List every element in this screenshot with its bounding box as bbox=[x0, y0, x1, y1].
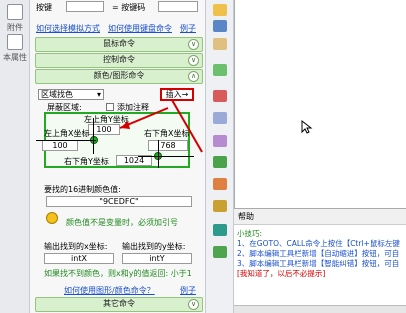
help-title: 小技巧: bbox=[237, 229, 263, 238]
chevron-down-icon: ▾ bbox=[96, 90, 101, 99]
rail-item-properties[interactable]: 本属性 bbox=[0, 34, 30, 63]
rail-item-label: 本属性 bbox=[3, 53, 27, 62]
indent-icon[interactable] bbox=[213, 112, 227, 124]
output-y-field[interactable]: intY bbox=[122, 253, 192, 264]
goto-icon[interactable] bbox=[213, 156, 227, 168]
bottom-right-y-label: 右下角Y坐标 bbox=[64, 157, 109, 166]
key-code-field[interactable] bbox=[158, 1, 198, 12]
section-control-commands[interactable]: 控制命令 ∨ bbox=[35, 53, 203, 68]
section-other-commands[interactable]: 其它命令 ∨ bbox=[35, 297, 203, 312]
help-line: 2、脚本编辑工具栏新增【自动缩进】按钮，可自 bbox=[237, 249, 400, 258]
mouse-cursor-icon bbox=[301, 120, 313, 134]
section-mouse-commands[interactable]: 鼠标命令 ∨ bbox=[35, 37, 203, 52]
output-y-label: 输出找到的y坐标: bbox=[122, 242, 186, 251]
help-tab-label: 帮助 bbox=[238, 212, 254, 221]
run-icon[interactable] bbox=[213, 246, 227, 258]
link-keyboard-commands[interactable]: 如何使用键盘命令 bbox=[108, 23, 172, 34]
not-found-note: 如果找不到颜色，则x和y的值返回: 小于1 bbox=[44, 269, 192, 278]
link-simulate-mode[interactable]: 如何选择模拟方式 bbox=[36, 23, 100, 34]
editor-toolbar bbox=[206, 0, 234, 313]
help-line: 1、在GOTO、CALL命令上按住【Ctrl+鼠标左键 bbox=[237, 239, 400, 248]
output-x-label: 输出找到的x坐标: bbox=[44, 242, 108, 251]
arrow-head-icon bbox=[120, 121, 130, 129]
paperclip-icon bbox=[7, 4, 23, 20]
left-rail: 附件 本属性 bbox=[0, 0, 30, 313]
eye-icon[interactable] bbox=[213, 224, 227, 236]
lock-icon[interactable] bbox=[213, 200, 227, 212]
outdent-icon[interactable] bbox=[213, 135, 227, 147]
crosshair-line bbox=[93, 118, 94, 154]
hint-text: 颜色值不是变量时，必须加引号 bbox=[66, 218, 178, 227]
uncomment-icon[interactable] bbox=[213, 90, 227, 102]
crosshair-line bbox=[36, 140, 96, 141]
script-editor[interactable] bbox=[234, 0, 406, 208]
output-x-field[interactable]: intX bbox=[44, 253, 114, 264]
chevron-up-icon: ∧ bbox=[188, 71, 199, 82]
properties-icon bbox=[7, 34, 23, 50]
bulb-icon bbox=[46, 212, 58, 224]
comment-icon[interactable] bbox=[213, 64, 227, 76]
annotation-arrows bbox=[119, 99, 203, 153]
chevron-down-icon: ∨ bbox=[188, 299, 199, 310]
section-color-commands[interactable]: 颜色/图形命令 ∧ bbox=[35, 69, 203, 84]
section-title: 颜色/图形命令 bbox=[93, 71, 145, 80]
mode-select[interactable]: 区域找色 ▾ bbox=[38, 89, 104, 100]
rail-item-label: 附件 bbox=[7, 23, 23, 32]
help-line: 3、脚本编辑工具栏新增【智能纠错】按钮，可自 bbox=[237, 259, 400, 268]
help-panel: 小技巧: 1、在GOTO、CALL命令上按住【Ctrl+鼠标左键 2、脚本编辑工… bbox=[234, 224, 406, 305]
rail-item-attachment[interactable]: 附件 bbox=[0, 4, 30, 33]
top-left-x-label: 左上角X坐标 bbox=[44, 129, 90, 138]
dismiss-link[interactable]: [我知道了，以后不必提示] bbox=[237, 269, 403, 279]
bottom-tab-strip bbox=[234, 305, 406, 313]
link-how-use-color[interactable]: 如何使用图形/颜色命令？ bbox=[64, 285, 155, 296]
smart-fix-icon[interactable] bbox=[213, 178, 227, 190]
section-title: 鼠标命令 bbox=[103, 39, 135, 48]
key-field[interactable] bbox=[66, 1, 104, 12]
link-example[interactable]: 例子 bbox=[180, 23, 196, 34]
key-label: 按键 bbox=[36, 3, 52, 12]
red-arrow bbox=[171, 99, 203, 153]
mode-select-value: 区域找色 bbox=[41, 90, 73, 99]
save-icon[interactable] bbox=[213, 20, 227, 32]
folder-icon[interactable] bbox=[213, 4, 227, 16]
link-example[interactable]: 例子 bbox=[180, 285, 196, 296]
chevron-down-icon: ∨ bbox=[188, 55, 199, 66]
help-tab[interactable]: 帮助 bbox=[234, 208, 406, 224]
copy-icon[interactable] bbox=[213, 38, 227, 50]
section-title: 控制命令 bbox=[103, 55, 135, 64]
section-title: 其它命令 bbox=[103, 299, 135, 308]
top-left-x-field[interactable]: 100 bbox=[42, 140, 78, 151]
chevron-down-icon: ∨ bbox=[188, 39, 199, 50]
key-code-label: = 按键码 bbox=[112, 3, 146, 12]
